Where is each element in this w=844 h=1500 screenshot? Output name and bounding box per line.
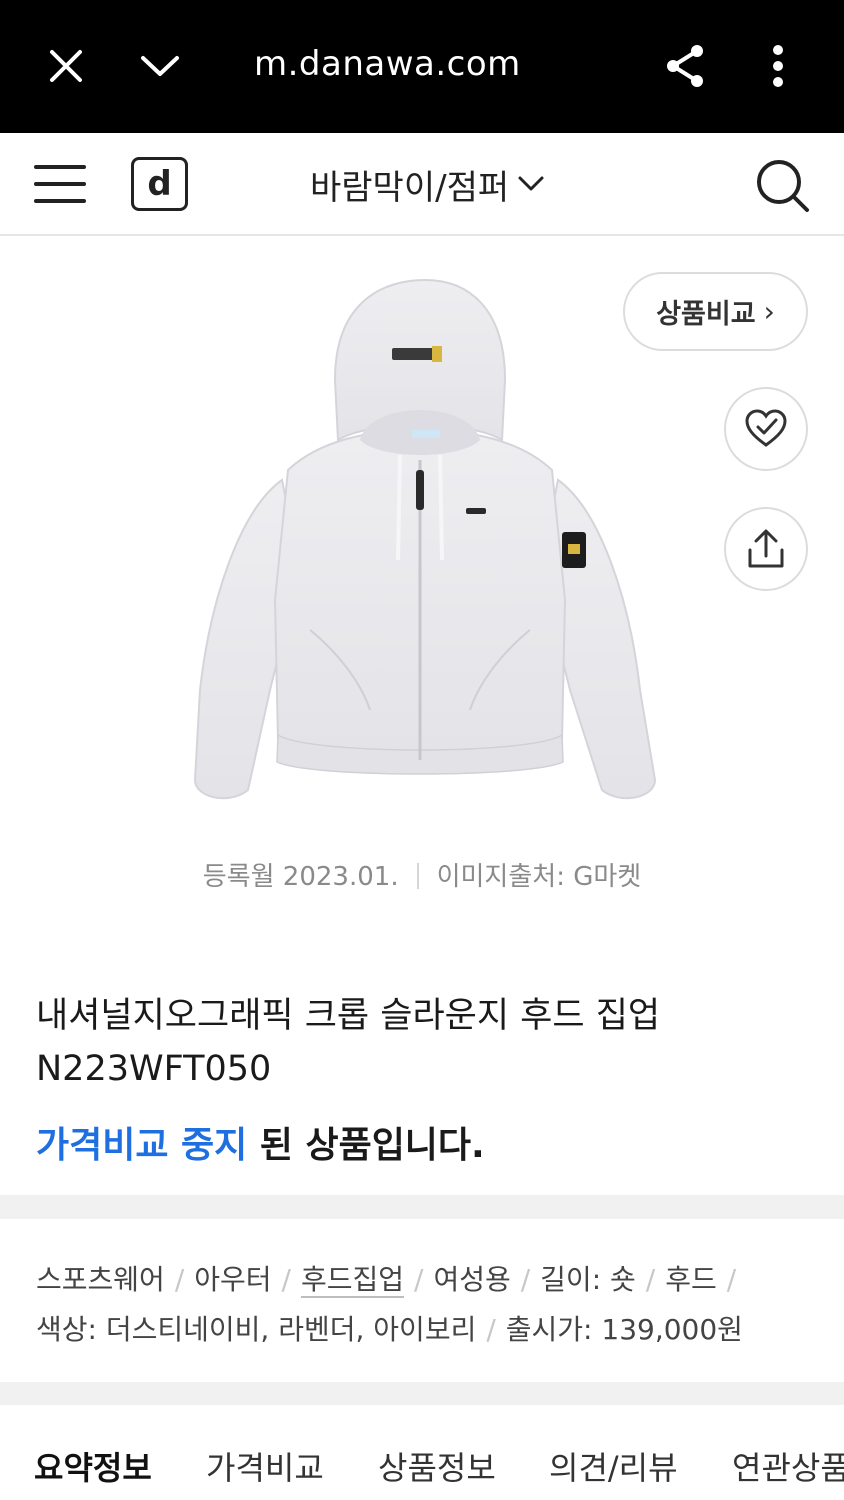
- spec-row: 스포츠웨어 / 아우터 / 후드집업 / 여성용 / 길이: 숏 / 후드 /: [36, 1263, 737, 1296]
- site-header: d 바람막이/점퍼: [0, 133, 844, 236]
- tab-product-info[interactable]: 상품정보: [378, 1443, 496, 1489]
- spec-item: 후드: [665, 1263, 717, 1296]
- product-title: 내셔널지오그래픽 크롭 슬라운지 후드 집업 N223WFT050: [36, 996, 661, 1089]
- product-image[interactable]: [170, 270, 670, 830]
- browser-toolbar: m.danawa.com: [0, 0, 844, 133]
- wishlist-button[interactable]: [724, 387, 808, 471]
- more-vertical-icon[interactable]: [748, 36, 808, 96]
- tab-price-compare[interactable]: 가격비교: [206, 1443, 324, 1489]
- category-dropdown[interactable]: 바람막이/점퍼: [310, 161, 545, 208]
- image-source: 이미지출처: G마켓: [436, 862, 642, 892]
- tab-summary[interactable]: 요약정보: [34, 1443, 152, 1489]
- spec-item-link[interactable]: 후드집업: [301, 1263, 404, 1296]
- search-icon[interactable]: [752, 155, 812, 215]
- divider: [416, 863, 419, 889]
- spec-row: 색상: 더스티네이비, 라벤더, 아이보리 / 출시가: 139,000원: [36, 1313, 743, 1346]
- notice-text: 된 상품입니다.: [247, 1125, 485, 1166]
- spec-item: 길이: 숏: [540, 1263, 636, 1296]
- section-divider: [0, 1195, 844, 1219]
- chevron-right-icon: ›: [763, 295, 775, 328]
- chevron-down-icon[interactable]: [130, 36, 190, 96]
- danawa-logo[interactable]: d: [131, 157, 188, 211]
- spec-item: 여성용: [433, 1263, 511, 1296]
- detail-tabs: 요약정보 가격비교 상품정보 의견/리뷰 연관상품: [0, 1405, 844, 1500]
- tab-related[interactable]: 연관상품: [732, 1443, 844, 1489]
- spec-item: 아우터: [194, 1263, 272, 1296]
- hamburger-icon[interactable]: [34, 163, 88, 205]
- tab-reviews[interactable]: 의견/리뷰: [549, 1443, 678, 1489]
- spec-item: 스포츠웨어: [36, 1263, 165, 1296]
- heart-check-icon: [745, 409, 787, 447]
- spec-item: 색상: 더스티네이비, 라벤더, 아이보리: [36, 1313, 477, 1346]
- category-label: 바람막이/점퍼: [310, 167, 510, 208]
- share-icon[interactable]: [655, 36, 715, 96]
- upload-share-icon: [748, 529, 784, 568]
- close-icon[interactable]: [36, 36, 96, 96]
- spec-item: 출시가: 139,000원: [505, 1313, 743, 1346]
- url-bar[interactable]: m.danawa.com: [254, 44, 521, 84]
- price-compare-stopped-notice: 가격비교 중지 된 상품입니다.: [36, 1116, 485, 1168]
- section-divider: [0, 1382, 844, 1405]
- compare-button[interactable]: 상품비교 ›: [623, 272, 808, 351]
- spec-list: 스포츠웨어 / 아우터 / 후드집업 / 여성용 / 길이: 숏 / 후드 / 색상: 더스티네이비,…: [36, 1255, 826, 1355]
- product-meta: 등록월 2023.01. 이미지출처: G마켓: [0, 856, 844, 893]
- registered-date: 등록월 2023.01.: [202, 862, 399, 892]
- notice-highlight: 가격비교 중지: [36, 1125, 248, 1166]
- share-button[interactable]: [724, 507, 808, 591]
- chevron-down-icon: [518, 176, 544, 191]
